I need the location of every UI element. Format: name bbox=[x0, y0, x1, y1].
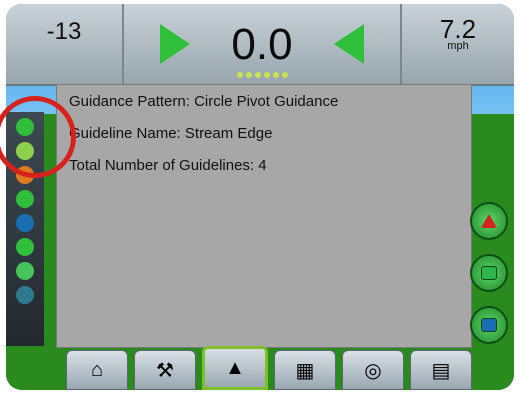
map-icon: ▦ bbox=[295, 359, 315, 382]
compass-icon[interactable] bbox=[16, 214, 34, 232]
guidance-info-panel: Guidance Pattern: Circle Pivot Guidance … bbox=[56, 84, 472, 348]
screen-button[interactable] bbox=[470, 306, 508, 344]
cross-track-cell[interactable]: -13 bbox=[6, 4, 124, 84]
screen-icon bbox=[481, 318, 497, 332]
stack-icon: ▤ bbox=[431, 359, 451, 382]
tools-tab[interactable]: ⚒ bbox=[134, 350, 196, 390]
guidance-pattern-text: Guidance Pattern: Circle Pivot Guidance bbox=[69, 93, 339, 110]
map-button[interactable] bbox=[470, 254, 508, 292]
nav-arrow-button[interactable] bbox=[470, 202, 508, 240]
total-guidelines-text: Total Number of Guidelines: 4 bbox=[69, 157, 267, 174]
lightbar-dot bbox=[245, 72, 252, 78]
speed-cell[interactable]: 7.2 mph bbox=[400, 4, 514, 84]
wrench-icon: ⚒ bbox=[156, 359, 174, 382]
vehicle-icon[interactable] bbox=[16, 190, 34, 208]
lightbar-dot bbox=[236, 72, 243, 78]
speed-unit: mph bbox=[447, 40, 469, 52]
console-screen: -13 0.0 7.2 mph Guidance Pattern: Circle… bbox=[6, 4, 514, 390]
cross-track-value: -13 bbox=[46, 18, 82, 45]
lightbar-dot bbox=[254, 72, 261, 78]
home-tab[interactable]: ⌂ bbox=[66, 350, 128, 390]
camera-icon: ◎ bbox=[364, 359, 382, 382]
lightbar-dot bbox=[281, 72, 288, 78]
bottom-tab-bar: ⌂ ⚒ ▲ ▦ ◎ ▤ bbox=[66, 346, 476, 390]
right-arrow-icon bbox=[334, 24, 364, 64]
map-icon bbox=[481, 266, 497, 280]
lightbar-dot bbox=[272, 72, 279, 78]
guideline-name-text: Guideline Name: Stream Edge bbox=[69, 125, 273, 142]
status-bar: -13 0.0 7.2 mph bbox=[6, 4, 514, 86]
house-icon: ⌂ bbox=[90, 358, 104, 381]
boom-icon[interactable] bbox=[16, 286, 34, 304]
camera-tab[interactable]: ◎ bbox=[342, 350, 404, 390]
nav-arrow-icon bbox=[481, 214, 497, 228]
tilt-icon[interactable] bbox=[16, 238, 34, 256]
system-tab[interactable]: ▤ bbox=[410, 350, 472, 390]
map-tab[interactable]: ▦ bbox=[274, 350, 336, 390]
guidance-icon: ▲ bbox=[225, 356, 245, 379]
lightbar-dot bbox=[263, 72, 270, 78]
lightbar-dots bbox=[124, 72, 400, 78]
guidance-tab[interactable]: ▲ bbox=[202, 346, 268, 390]
speed-value: 7.2 bbox=[439, 14, 477, 44]
green-drop-icon[interactable] bbox=[16, 262, 34, 280]
guidance-cell[interactable]: 0.0 bbox=[124, 4, 400, 84]
